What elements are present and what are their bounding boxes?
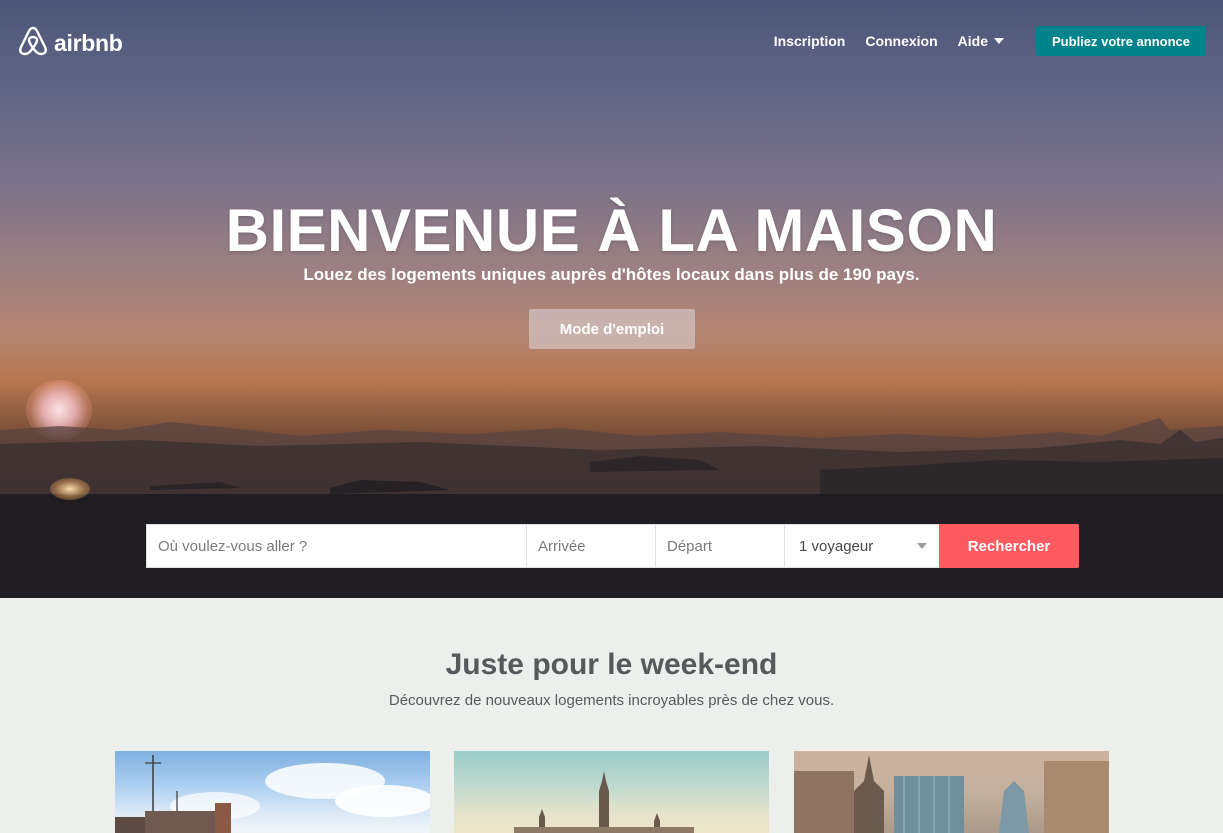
top-nav: Inscription Connexion Aide Publiez votre… [774, 26, 1206, 56]
destination-card[interactable] [115, 751, 430, 833]
sun-reflection [50, 478, 90, 500]
checkout-input[interactable]: Départ [655, 524, 784, 568]
brand-name: airbnb [54, 30, 123, 56]
airbnb-belo-icon [18, 25, 48, 62]
brand-logo[interactable]: airbnb [18, 25, 123, 62]
destination-card[interactable] [794, 751, 1109, 833]
search-bar: Où voulez-vous aller ? Arrivée Départ 1 … [146, 524, 1079, 568]
card-image [794, 751, 1109, 833]
chevron-down-icon [917, 543, 927, 549]
hero-subtitle: Louez des logements uniques auprès d'hôt… [303, 265, 920, 284]
login-link[interactable]: Connexion [865, 33, 937, 49]
signup-link[interactable]: Inscription [774, 33, 846, 49]
publish-listing-button[interactable]: Publiez votre annonce [1036, 26, 1206, 56]
destination-input[interactable]: Où voulez-vous aller ? [146, 524, 526, 568]
section-title: Juste pour le week-end [445, 648, 778, 681]
hero-banner [0, 0, 1223, 598]
hero-title: BIENVENUE À LA MAISON [225, 197, 998, 264]
guests-select[interactable]: 1 voyageur [784, 524, 939, 568]
hero-landscape [0, 418, 1223, 598]
chevron-down-icon [994, 38, 1005, 44]
help-menu[interactable]: Aide [957, 33, 1005, 49]
help-label: Aide [957, 33, 989, 49]
card-image [115, 755, 430, 833]
checkin-input[interactable]: Arrivée [526, 524, 655, 568]
search-button[interactable]: Rechercher [939, 524, 1079, 568]
card-image [514, 771, 694, 833]
how-it-works-button[interactable]: Mode d'emploi [529, 309, 695, 349]
section-subtitle: Découvrez de nouveaux logements incroyab… [388, 692, 835, 709]
destination-card[interactable] [454, 751, 769, 833]
guests-value: 1 voyageur [799, 537, 874, 555]
